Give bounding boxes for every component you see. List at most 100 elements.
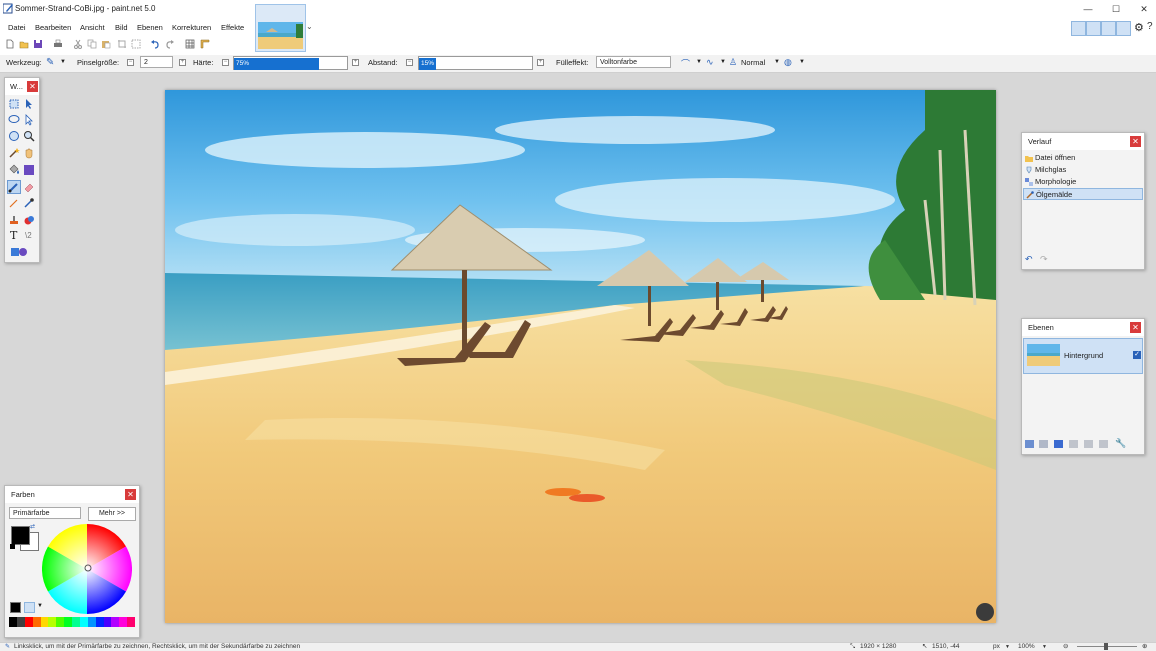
paintbrush-icon[interactable]: ✎ [46, 57, 54, 68]
text-tool-icon[interactable]: T [10, 229, 17, 242]
history-redo-icon[interactable]: ↷ [1040, 254, 1048, 265]
hardness-slider[interactable]: 75% [233, 56, 348, 70]
deselect-icon[interactable] [131, 39, 141, 49]
hardness-increase-icon[interactable]: + [352, 59, 359, 66]
alpha-chevron-down-icon[interactable]: ▼ [720, 59, 726, 65]
tools-panel-close-icon[interactable]: ✕ [27, 81, 38, 92]
layers-panel-close-icon[interactable]: ✕ [1130, 322, 1141, 333]
image-canvas[interactable] [165, 90, 996, 623]
history-item-frosted-glass[interactable]: Milchglas [1023, 164, 1143, 176]
add-layer-icon[interactable] [1025, 440, 1034, 448]
line-curve-tool-icon[interactable]: \2 [25, 231, 32, 240]
duplicate-layer-icon[interactable] [1054, 440, 1063, 448]
spacing-increase-icon[interactable]: + [537, 59, 544, 66]
more-colors-button[interactable]: Mehr >> [88, 507, 136, 521]
grid-icon[interactable] [185, 39, 195, 49]
redo-icon[interactable] [165, 39, 175, 49]
image-tab-thumbnail[interactable] [255, 4, 306, 52]
antialiasing-chevron-down-icon[interactable]: ▼ [696, 59, 702, 65]
print-icon[interactable] [53, 39, 63, 49]
delete-layer-icon[interactable] [1039, 440, 1048, 448]
black-white-toggle-icon[interactable] [10, 602, 21, 613]
crop-icon[interactable] [117, 39, 127, 49]
history-item-open-file[interactable]: Datei öffnen [1023, 152, 1143, 164]
layers-window-toggle[interactable] [1101, 21, 1116, 36]
tools-window-toggle[interactable] [1071, 21, 1086, 36]
paintbrush-tool-selected[interactable] [7, 180, 21, 194]
undo-icon[interactable] [150, 39, 160, 49]
close-window-button[interactable]: ✕ [1131, 2, 1156, 17]
ellipse-select-tool-icon[interactable] [8, 130, 20, 142]
colors-panel-close-icon[interactable]: ✕ [125, 489, 136, 500]
layer-visibility-checkbox[interactable]: ✓ [1133, 351, 1141, 359]
merge-layer-icon[interactable] [1069, 440, 1078, 448]
move-layer-down-icon[interactable] [1099, 440, 1108, 448]
reset-colors-icon[interactable] [10, 544, 15, 549]
color-palette-strip[interactable] [9, 617, 135, 627]
move-layer-up-icon[interactable] [1084, 440, 1093, 448]
shapes-tool-icon[interactable] [10, 246, 30, 258]
tool-chevron-down-icon[interactable]: ▼ [60, 59, 66, 65]
copy-icon[interactable] [87, 39, 97, 49]
settings-gear-icon[interactable]: ⚙ [1134, 21, 1144, 34]
hardness-decrease-icon[interactable]: − [222, 59, 229, 66]
lasso-select-tool-icon[interactable] [8, 114, 20, 126]
pan-tool-icon[interactable] [23, 147, 35, 159]
spacing-decrease-icon[interactable]: − [406, 59, 413, 66]
menu-image[interactable]: Bild [115, 23, 128, 32]
clipping-chevron-down-icon[interactable]: ▼ [799, 59, 805, 65]
brush-size-input[interactable]: 2 [140, 56, 173, 68]
history-item-morphology[interactable]: Morphologie [1023, 176, 1143, 188]
zoom-slider-thumb[interactable] [1104, 643, 1108, 650]
recolor-tool-icon[interactable] [23, 214, 35, 226]
fill-dropdown[interactable]: Volltonfarbe [596, 56, 671, 68]
menu-edit[interactable]: Bearbeiten [35, 23, 71, 32]
menu-view[interactable]: Ansicht [80, 23, 105, 32]
color-picker-tool-icon[interactable] [23, 197, 35, 209]
zoom-tool-icon[interactable] [23, 130, 35, 142]
paint-bucket-tool-icon[interactable] [8, 164, 20, 176]
help-icon[interactable]: ? [1147, 21, 1153, 32]
menu-layers[interactable]: Ebenen [137, 23, 163, 32]
history-item-oil-painting[interactable]: Ölgemälde [1023, 188, 1143, 200]
maximize-button[interactable]: ☐ [1103, 2, 1129, 17]
ruler-icon[interactable] [200, 39, 210, 49]
rectangle-select-tool-icon[interactable] [8, 98, 20, 110]
blend-chevron-down-icon[interactable]: ▼ [774, 59, 780, 65]
open-icon[interactable] [19, 39, 29, 49]
move-selected-pixels-tool-icon[interactable] [23, 114, 35, 126]
spacing-slider[interactable]: 15% [418, 56, 533, 70]
pencil-tool-icon[interactable] [8, 197, 20, 209]
magic-wand-tool-icon[interactable] [8, 147, 20, 159]
history-undo-icon[interactable]: ↶ [1025, 254, 1033, 265]
palette-menu-icon[interactable] [24, 602, 35, 613]
primary-color-swatch[interactable] [11, 526, 30, 545]
brush-size-increase-icon[interactable]: + [179, 59, 186, 66]
antialiasing-icon[interactable]: ⌒ [681, 57, 690, 70]
menu-adjustments[interactable]: Korrekturen [172, 23, 211, 32]
history-panel-title[interactable]: Verlauf [1022, 133, 1144, 150]
brush-size-decrease-icon[interactable]: − [127, 59, 134, 66]
minimize-button[interactable]: — [1075, 2, 1101, 17]
clone-stamp-tool-icon[interactable] [8, 214, 20, 226]
history-window-toggle[interactable] [1086, 21, 1101, 36]
save-icon[interactable] [33, 39, 43, 49]
gradient-tool-icon[interactable] [23, 164, 35, 176]
tab-dropdown-icon[interactable]: ⌄ [306, 22, 313, 31]
layer-row[interactable]: Hintergrund ✓ [1023, 338, 1143, 374]
menu-effects[interactable]: Effekte [221, 23, 244, 32]
swap-colors-icon[interactable]: ⇄ [30, 523, 35, 530]
cut-icon[interactable] [73, 39, 83, 49]
blend-mode-value[interactable]: Normal [741, 58, 765, 67]
history-panel-close-icon[interactable]: ✕ [1130, 136, 1141, 147]
colors-window-toggle[interactable] [1116, 21, 1131, 36]
paste-icon[interactable] [101, 39, 111, 49]
eraser-tool-icon[interactable] [23, 181, 35, 193]
palette-chevron-down-icon[interactable]: ▼ [37, 603, 43, 609]
menu-file[interactable]: Datei [8, 23, 26, 32]
move-selection-tool-icon[interactable] [23, 98, 35, 110]
new-icon[interactable] [5, 39, 15, 49]
color-mode-dropdown[interactable]: Primärfarbe [9, 507, 81, 519]
layer-properties-icon[interactable]: 🔧 [1115, 438, 1126, 449]
selection-clipping-icon[interactable]: ◍ [784, 57, 792, 68]
